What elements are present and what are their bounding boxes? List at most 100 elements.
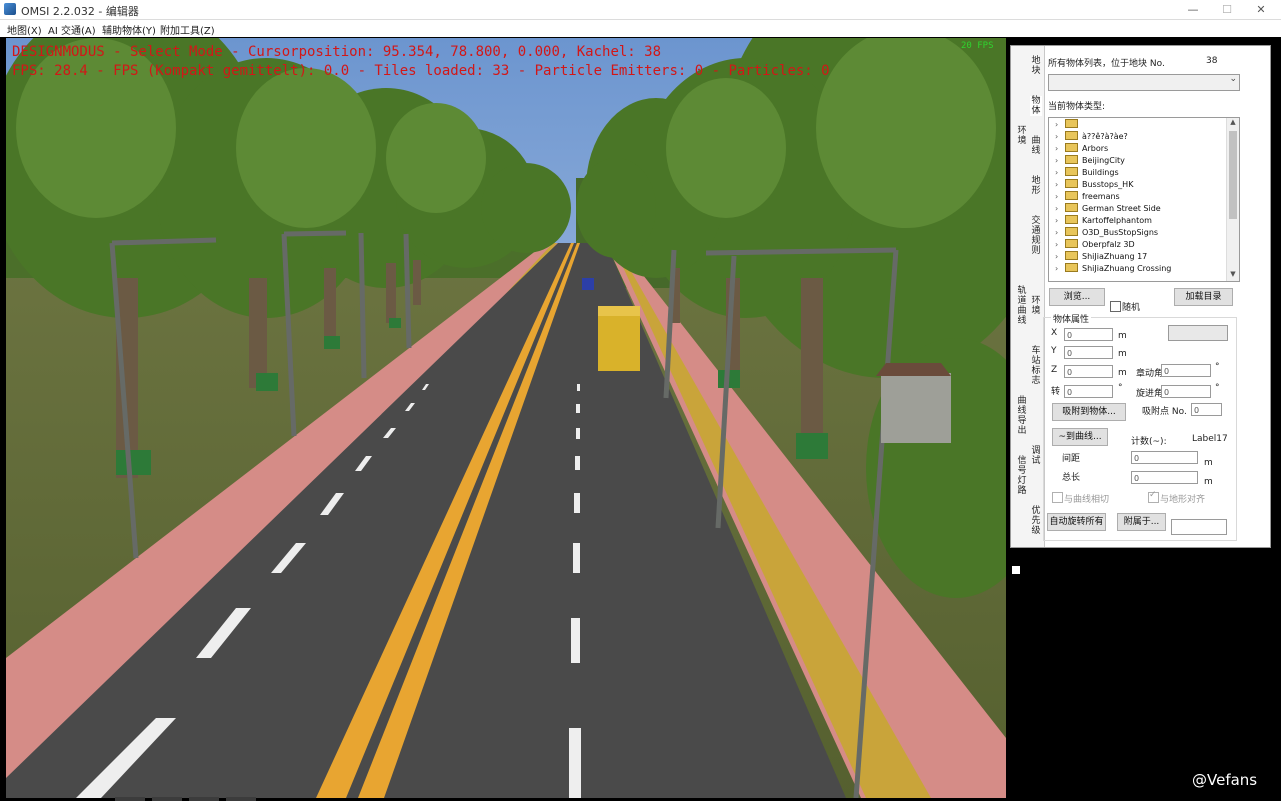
to-curve-button[interactable]: ~到曲线... — [1052, 428, 1108, 446]
title-bar: OMSI 2.2.032 - 编辑器 — ☐ ✕ — [0, 0, 1281, 20]
scroll-down-icon[interactable]: ▼ — [1227, 270, 1239, 281]
scene-render — [6, 38, 1006, 798]
watermark-text: @Vefans — [1192, 771, 1258, 789]
tab-stop-signs[interactable]: 车站标志 — [1030, 346, 1042, 386]
random-checkbox[interactable] — [1110, 301, 1121, 312]
x-unit: m — [1118, 331, 1127, 341]
tree-item[interactable]: › German Street Side — [1055, 203, 1161, 215]
scroll-thumb[interactable] — [1229, 131, 1237, 219]
z-field[interactable]: 0 — [1064, 365, 1113, 378]
tab-terrain[interactable]: 地形 — [1030, 176, 1042, 196]
tab-traffic-rules[interactable]: 交通规则 — [1030, 216, 1042, 256]
tab-environment[interactable]: 环境 — [1030, 296, 1042, 316]
tile-number: 38 — [1206, 56, 1218, 66]
taskbar-fragment — [115, 797, 145, 801]
tab-track-curves[interactable]: 轨道曲线 — [1016, 286, 1028, 326]
folder-icon — [1065, 239, 1078, 248]
tree-item[interactable]: › Busstops_HK — [1055, 179, 1133, 191]
browse-button[interactable]: 浏览... — [1049, 288, 1105, 306]
tree-item[interactable]: › Buildings — [1055, 167, 1119, 179]
roll-label: 章动角 — [1136, 369, 1164, 379]
folder-icon — [1065, 251, 1078, 260]
taskbar-fragment — [226, 797, 256, 801]
rotation-label: 转 — [1051, 387, 1061, 397]
checkmark-icon: ✓ — [1149, 490, 1157, 500]
auto-rotate-all-button[interactable]: 自动旋转所有 — [1047, 513, 1106, 531]
window-title: OMSI 2.2.032 - 编辑器 — [21, 5, 139, 18]
spacing-field[interactable]: 0 — [1131, 451, 1198, 464]
roll-field[interactable]: 0 — [1161, 364, 1211, 377]
align-terrain-checkbox[interactable]: ✓ — [1148, 490, 1159, 503]
3d-viewport[interactable]: DESIGNMODUS - Select Mode - Cursorpositi… — [6, 38, 1006, 798]
menu-map[interactable]: 地图(X) — [7, 22, 42, 37]
attach-field[interactable] — [1171, 519, 1227, 535]
osd-status-line-2: FPS: 28.4 - FPS (Kompakt gemittelt): 0.0… — [12, 63, 830, 79]
tree-item[interactable]: › Kartoffelphantom — [1055, 215, 1152, 227]
x-label: X — [1051, 328, 1058, 338]
count-value: Label17 — [1192, 434, 1228, 444]
blank-field[interactable] — [1168, 325, 1228, 341]
chevron-down-icon: ⌄ — [1229, 74, 1237, 84]
menu-bar: 地图(X) AI 交通(A) 辅助物体(Y) 附加工具(Z) — [0, 20, 1281, 37]
tab-priority[interactable]: 优先级 — [1030, 506, 1042, 536]
current-type-label: 当前物体类型: — [1048, 102, 1106, 112]
snap-to-object-button[interactable]: 吸附到物体... — [1052, 403, 1126, 421]
tab-objects[interactable]: 物体 — [1030, 96, 1042, 116]
length-label: 总长 — [1062, 473, 1081, 483]
tab-tile[interactable]: 地块 — [1030, 56, 1042, 76]
x-field[interactable]: 0 — [1064, 328, 1113, 341]
fps-badge: 20 FPS — [961, 41, 994, 51]
tree-item[interactable]: › ShiJiaZhuang 17 — [1055, 251, 1147, 263]
spacing-unit: m — [1204, 458, 1213, 468]
snap-point-label: 吸附点 No. — [1142, 407, 1187, 417]
tree-item[interactable]: › — [1055, 119, 1082, 131]
scroll-up-icon[interactable]: ▲ — [1227, 118, 1239, 129]
folder-icon — [1065, 143, 1078, 152]
tree-item[interactable]: › ShiJiaZhuang Crossing — [1055, 263, 1171, 275]
tree-item[interactable]: › BeijingCity — [1055, 155, 1125, 167]
snap-point-field[interactable]: 0 — [1191, 403, 1222, 416]
folder-icon — [1065, 263, 1078, 272]
folder-icon — [1065, 203, 1078, 212]
rotation-field[interactable]: 0 — [1064, 385, 1113, 398]
attach-to-button[interactable]: 附属于... — [1117, 513, 1166, 531]
count-label: 计数(~): — [1131, 437, 1167, 447]
tree-scrollbar[interactable]: ▲ ▼ — [1226, 118, 1239, 281]
tree-item[interactable]: › O3D_BusStopSigns — [1055, 227, 1158, 239]
close-button[interactable]: ✕ — [1244, 0, 1278, 19]
tangent-checkbox[interactable] — [1052, 492, 1063, 503]
object-type-tree[interactable]: › › à??ê?à?àe? › Arbors › BeijingCity › Buil… — [1048, 117, 1240, 282]
tab-curve-export[interactable]: 曲线导出 — [1016, 396, 1028, 436]
tree-item[interactable]: › freemans — [1055, 191, 1120, 203]
tree-item[interactable]: › à??ê?à?àe? — [1055, 131, 1128, 143]
tab-signal-routes[interactable]: 信号灯路 — [1016, 456, 1028, 496]
load-catalog-button[interactable]: 加载目录 — [1174, 288, 1233, 306]
tangent-label: 与曲线相切 — [1064, 495, 1110, 505]
menu-ai-traffic[interactable]: AI 交通(A) — [48, 22, 96, 37]
tab-curves[interactable]: 曲线 — [1030, 136, 1042, 156]
precession-degree: ° — [1215, 383, 1220, 393]
object-file-dropdown[interactable]: ⌄ — [1048, 74, 1240, 91]
folder-icon — [1065, 179, 1078, 188]
taskbar-fragment — [152, 797, 182, 801]
taskbar-fragment — [189, 797, 219, 801]
folder-icon — [1065, 119, 1078, 128]
properties-label: 物体属性 — [1051, 312, 1092, 325]
align-terrain-label: 与地形对齐 — [1160, 495, 1206, 505]
y-unit: m — [1118, 349, 1127, 359]
minimize-button[interactable]: — — [1176, 0, 1210, 19]
tab-debug[interactable]: 调试 — [1030, 446, 1042, 466]
folder-icon — [1065, 167, 1078, 176]
precession-field[interactable]: 0 — [1161, 385, 1211, 398]
tab-env-left[interactable]: 环境 — [1016, 126, 1028, 146]
y-field[interactable]: 0 — [1064, 346, 1113, 359]
length-field[interactable]: 0 — [1131, 471, 1198, 484]
menu-extra-tools[interactable]: 附加工具(Z) — [160, 22, 215, 37]
folder-icon — [1065, 191, 1078, 200]
menu-helper-objects[interactable]: 辅助物体(Y) — [102, 22, 156, 37]
folder-icon — [1065, 227, 1078, 236]
tree-item[interactable]: › Oberpfalz 3D — [1055, 239, 1135, 251]
precession-label: 旋进角 — [1136, 389, 1164, 399]
tree-item[interactable]: › Arbors — [1055, 143, 1108, 155]
maximize-button[interactable]: ☐ — [1210, 0, 1244, 19]
